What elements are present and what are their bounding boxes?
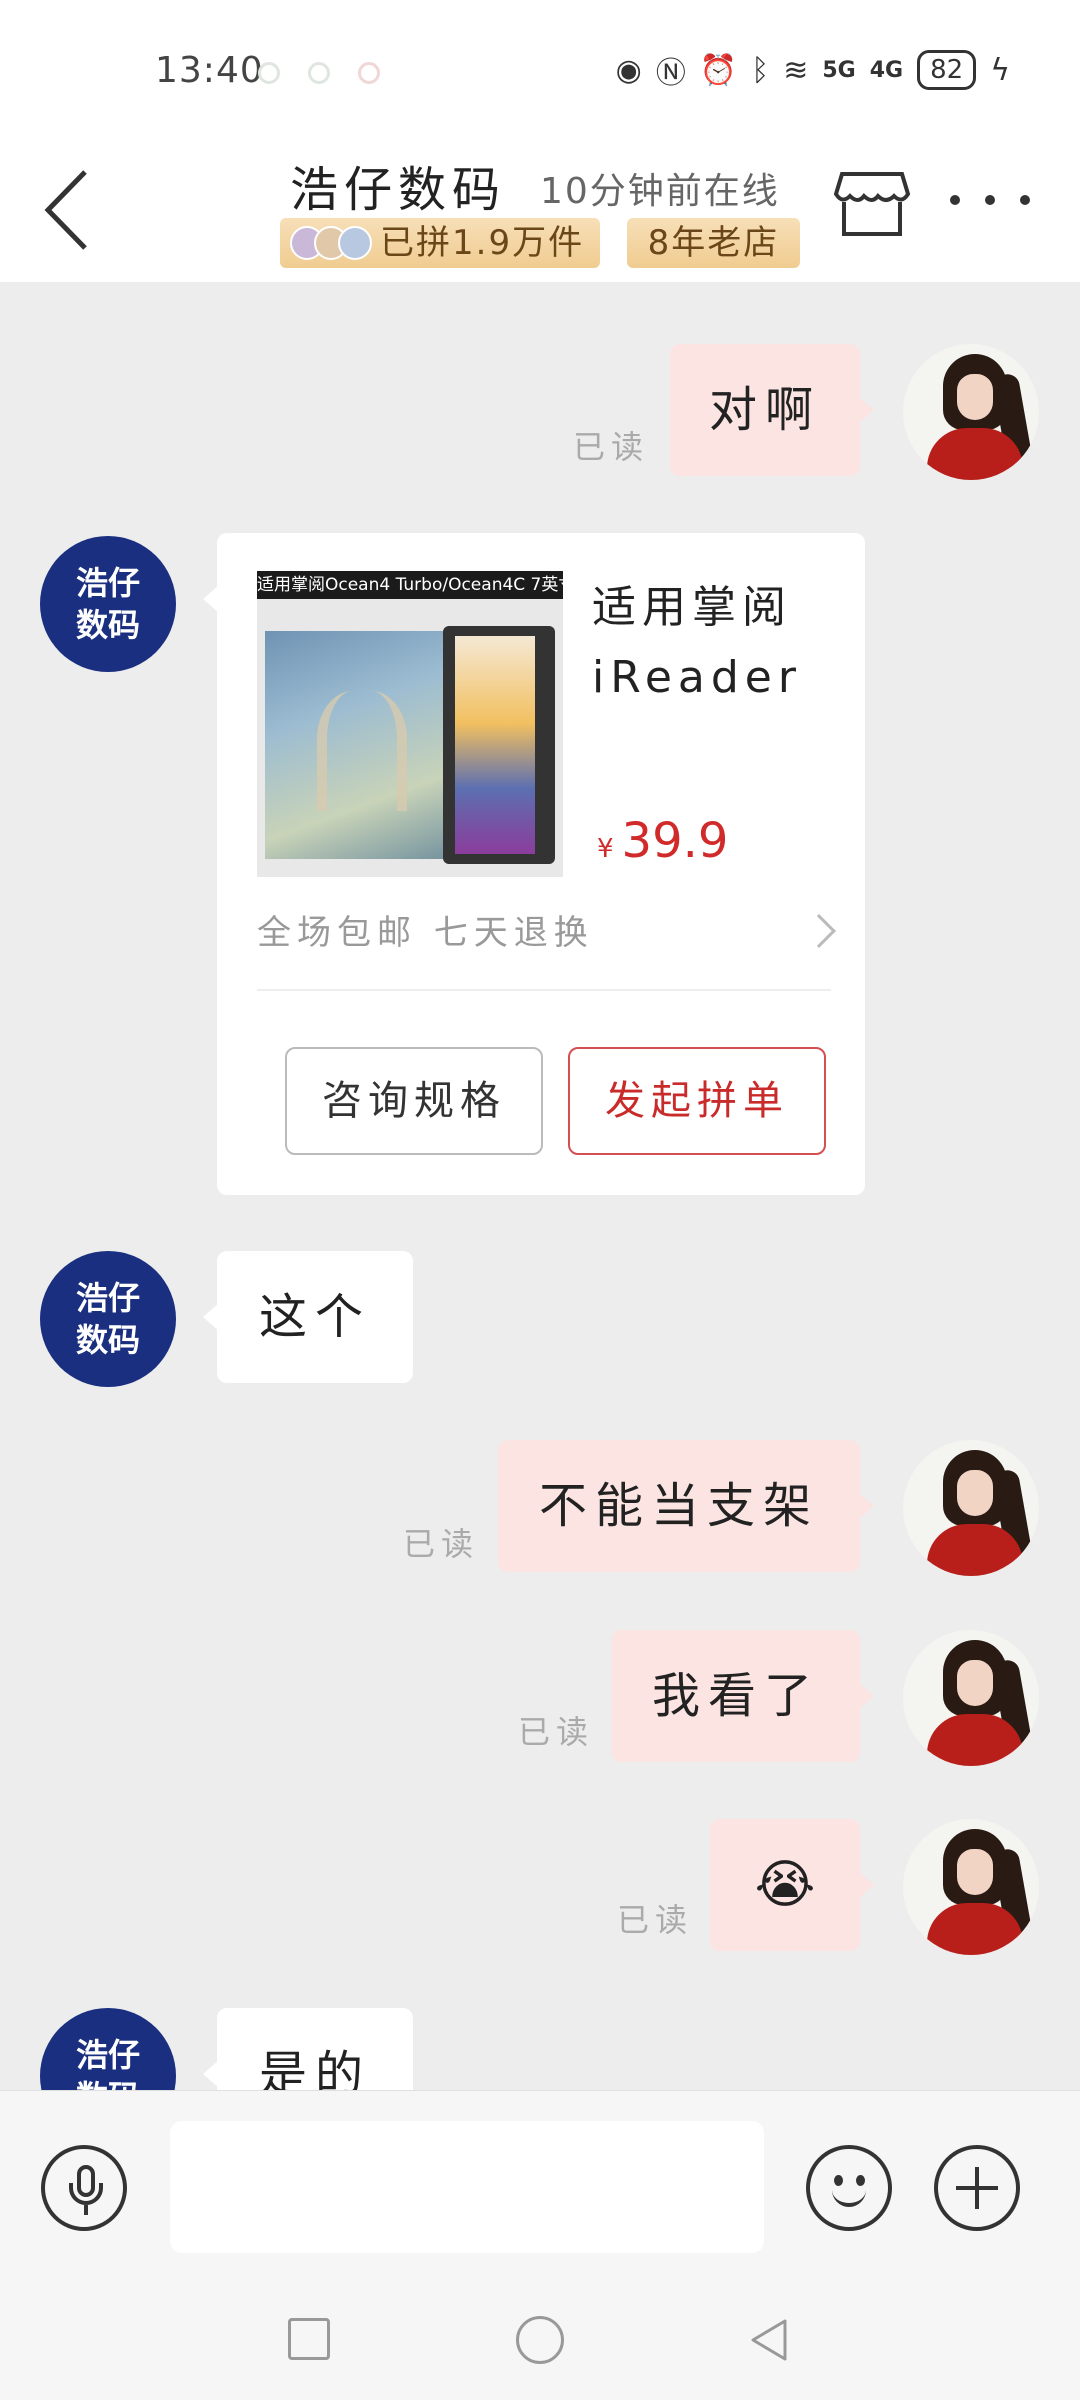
nav-recents-icon[interactable] — [288, 2318, 330, 2360]
chat-area[interactable]: 已读 对啊 浩仔 数码 适用掌阅Ocean4 Turbo/Ocean4C 7英寸… — [0, 282, 1080, 2090]
store-button[interactable] — [832, 162, 912, 242]
back-arrow-icon — [44, 170, 87, 250]
read-receipt: 已读 — [573, 428, 650, 466]
shop-avatar[interactable]: 浩仔 数码 — [40, 536, 176, 672]
nav-back-icon — [751, 2319, 787, 2361]
chat-header: 浩仔数码 10分钟前在线 已拼1.9万件 8年老店 — [0, 130, 1080, 282]
chevron-right-icon — [802, 914, 836, 948]
sold-count-badge: 已拼1.9万件 — [280, 218, 600, 268]
eye-icon: ◉ — [615, 52, 642, 88]
read-receipt: 已读 — [617, 1901, 694, 1939]
alarm-icon: ⏰ — [699, 52, 738, 88]
charging-icon: ϟ — [990, 52, 1010, 88]
wifi-icon: ≋ — [783, 52, 809, 88]
signal-4g-icon: 4G — [869, 57, 904, 83]
more-button[interactable] — [950, 185, 1030, 215]
notification-icon — [308, 62, 330, 84]
notification-icon — [358, 62, 380, 84]
consult-spec-button[interactable]: 咨询规格 — [285, 1047, 543, 1155]
more-icon — [950, 195, 960, 205]
my-avatar[interactable] — [903, 344, 1039, 480]
my-avatar[interactable] — [903, 1630, 1039, 1766]
currency-symbol: ¥ — [597, 834, 614, 864]
sold-count-label: 已拼1.9万件 — [380, 223, 585, 263]
input-bar — [0, 2090, 1080, 2280]
read-receipt: 已读 — [403, 1525, 480, 1563]
buyer-avatars — [290, 226, 372, 260]
shop-avatar[interactable]: 浩仔 数码 — [40, 2008, 176, 2090]
nav-back-button[interactable] — [745, 2315, 795, 2365]
my-avatar[interactable] — [903, 1819, 1039, 1955]
my-message-bubble[interactable]: 对啊 — [670, 344, 874, 476]
shop-message-bubble[interactable]: 这个 — [203, 1251, 413, 1383]
nfc-icon: Ⓝ — [655, 56, 686, 91]
message-input[interactable] — [170, 2121, 764, 2253]
status-time: 13:40 — [155, 50, 264, 91]
bluetooth-icon: ᛒ — [751, 52, 770, 88]
my-message-bubble[interactable]: 😭 — [710, 1819, 874, 1951]
voice-input-button[interactable] — [41, 2145, 127, 2231]
product-image-banner: 适用掌阅Ocean4 Turbo/Ocean4C 7英寸保护套 — [257, 571, 563, 599]
emoji-button[interactable] — [806, 2145, 892, 2231]
product-image[interactable]: 适用掌阅Ocean4 Turbo/Ocean4C 7英寸保护套 — [257, 571, 563, 877]
read-receipt: 已读 — [518, 1713, 595, 1751]
divider — [257, 989, 831, 991]
status-bar: 13:40 ◉ Ⓝ ⏰ ᛒ ≋ 5G 4G 82 ϟ — [0, 0, 1080, 130]
nav-home-icon[interactable] — [516, 2316, 564, 2364]
my-avatar[interactable] — [903, 1440, 1039, 1576]
product-card[interactable]: 适用掌阅Ocean4 Turbo/Ocean4C 7英寸保护套 适用掌阅iRea… — [203, 533, 865, 1195]
shop-message-bubble[interactable]: 是的 — [203, 2008, 413, 2090]
store-age-badge: 8年老店 — [627, 218, 800, 268]
product-name[interactable]: 适用掌阅iReader — [592, 573, 832, 713]
product-price: ¥39.9 — [597, 813, 728, 869]
start-group-buy-button[interactable]: 发起拼单 — [568, 1047, 826, 1155]
battery-indicator: 82 — [917, 50, 977, 90]
system-icons: ◉ Ⓝ ⏰ ᛒ ≋ 5G 4G 82 ϟ — [616, 48, 1010, 92]
back-button[interactable] — [40, 152, 110, 252]
my-message-bubble[interactable]: 我看了 — [612, 1630, 874, 1762]
notification-icon — [258, 62, 280, 84]
online-status: 10分钟前在线 — [540, 171, 780, 212]
shop-name[interactable]: 浩仔数码 — [290, 150, 506, 220]
system-nav-bar — [0, 2280, 1080, 2400]
shop-avatar[interactable]: 浩仔 数码 — [40, 1251, 176, 1387]
store-icon — [833, 172, 911, 236]
more-actions-button[interactable] — [934, 2145, 1020, 2231]
shipping-label: 全场包邮 七天退换 — [257, 913, 594, 953]
my-message-bubble[interactable]: 不能当支架 — [498, 1440, 874, 1572]
signal-5g-icon: 5G — [822, 57, 856, 83]
shipping-info-row[interactable]: 全场包邮 七天退换 — [257, 893, 836, 973]
price-value: 39.9 — [621, 813, 729, 869]
